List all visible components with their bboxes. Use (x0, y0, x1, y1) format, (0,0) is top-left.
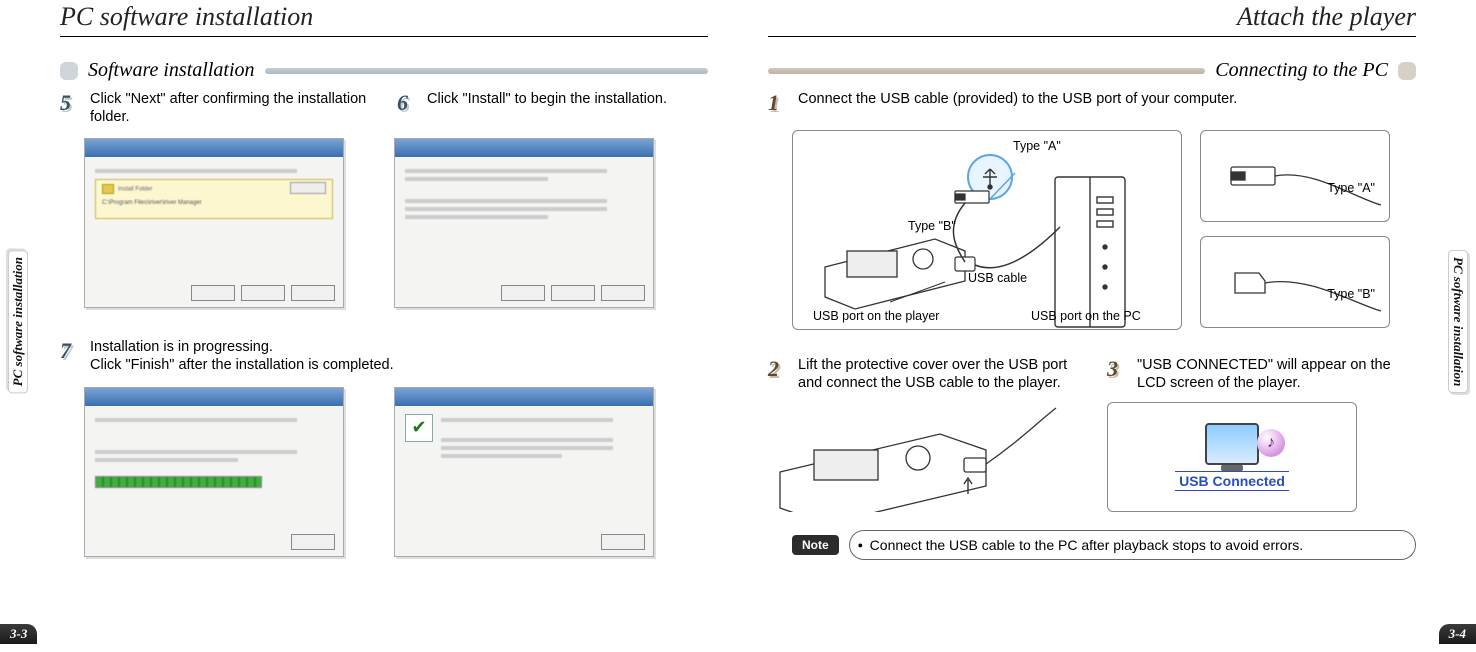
subheader-right: Connecting to the PC (768, 59, 1416, 82)
note-text: Connect the USB cable to the PC after pl… (849, 530, 1416, 560)
note-row: Note Connect the USB cable to the PC aft… (792, 530, 1416, 560)
step-6-number: 6 (397, 90, 421, 126)
step-3-number: 3 (1107, 356, 1131, 392)
header-rule (768, 68, 1205, 74)
installer-finish-screenshot: ✔ (394, 387, 654, 557)
connector-type-b-figure: Type "B" (1200, 236, 1390, 328)
usb-connection-figure: Type "A" Type "B" USB cable USB port on … (792, 130, 1182, 330)
installer-destination-screenshot: Install Folder C:\Program Files\iriver\i… (84, 138, 344, 308)
label-type-a: Type "A" (1327, 181, 1375, 195)
step-2: 2 Lift the protective cover over the USB… (768, 356, 1077, 392)
steps-2-3-row: 2 Lift the protective cover over the USB… (768, 356, 1416, 512)
step-3: 3 "USB CONNECTED" will appear on the LCD… (1107, 356, 1416, 392)
step-6-text: Click "Install" to begin the installatio… (427, 90, 667, 126)
step-7-text: Installation is in progressing. Click "F… (90, 338, 394, 374)
step-2-number: 2 (768, 356, 792, 392)
monitor-icon (1205, 423, 1259, 465)
steps-5-6: 5 Click "Next" after confirming the inst… (60, 90, 708, 126)
label-type-b-small: Type "B" (1327, 287, 1375, 301)
connector-type-a-figure: Type "A" (1200, 130, 1390, 222)
left-page: PC software installation PC software ins… (0, 0, 738, 652)
usb-figure-row: Type "A" Type "B" USB cable USB port on … (792, 130, 1416, 330)
step-5-number: 5 (60, 90, 84, 126)
step-7-number: 7 (60, 338, 84, 374)
step-7-line1: Installation is in progressing. (90, 339, 273, 355)
page-title-right: Attach the player (768, 0, 1416, 37)
side-tab-left: PC software installation (8, 250, 28, 393)
page-title-left: PC software installation (60, 0, 708, 37)
header-rule (265, 68, 709, 74)
screenshots-row-1: Install Folder C:\Program Files\iriver\i… (60, 126, 708, 308)
step-5: 5 Click "Next" after confirming the inst… (60, 90, 371, 126)
step-5-text: Click "Next" after confirming the instal… (90, 90, 371, 126)
side-tab-right: PC software installation (1448, 250, 1468, 393)
label-type-b: Type "B" (908, 219, 956, 233)
step-1: 1 Connect the USB cable (provided) to th… (768, 90, 1416, 116)
installer-ready-screenshot (394, 138, 654, 308)
player-usb-figure (768, 402, 1058, 512)
step-2-text: Lift the protective cover over the USB p… (798, 356, 1077, 392)
page-number-left: 3-3 (0, 624, 37, 644)
label-port-player: USB port on the player (813, 309, 939, 323)
step-7-line2: Click "Finish" after the installation is… (90, 357, 394, 373)
lcd-screen-figure: ♪ USB Connected (1107, 402, 1357, 512)
label-usb-cable: USB cable (968, 271, 1027, 285)
label-port-pc: USB port on the PC (1031, 309, 1141, 323)
page-number-right: 3-4 (1439, 624, 1476, 644)
bullet-icon (60, 62, 78, 80)
installer-progress-screenshot (84, 387, 344, 557)
step-1-text: Connect the USB cable (provided) to the … (798, 90, 1237, 116)
lcd-caption: USB Connected (1175, 471, 1289, 491)
step-1-number: 1 (768, 90, 792, 116)
label-type-a-top: Type "A" (1013, 139, 1061, 153)
step-7: 7 Installation is in progressing. Click … (60, 338, 708, 374)
music-note-icon: ♪ (1257, 429, 1285, 457)
subheader-left: Software installation (60, 59, 708, 82)
note-badge: Note (792, 535, 839, 555)
bullet-icon (1398, 62, 1416, 80)
subheader-text: Software installation (88, 59, 255, 82)
step-6: 6 Click "Install" to begin the installat… (397, 90, 708, 126)
right-page: PC software installation Attach the play… (738, 0, 1476, 652)
screenshots-row-2: ✔ (60, 375, 708, 557)
step-3-text: "USB CONNECTED" will appear on the LCD s… (1137, 356, 1416, 392)
subheader-text: Connecting to the PC (1215, 59, 1388, 82)
